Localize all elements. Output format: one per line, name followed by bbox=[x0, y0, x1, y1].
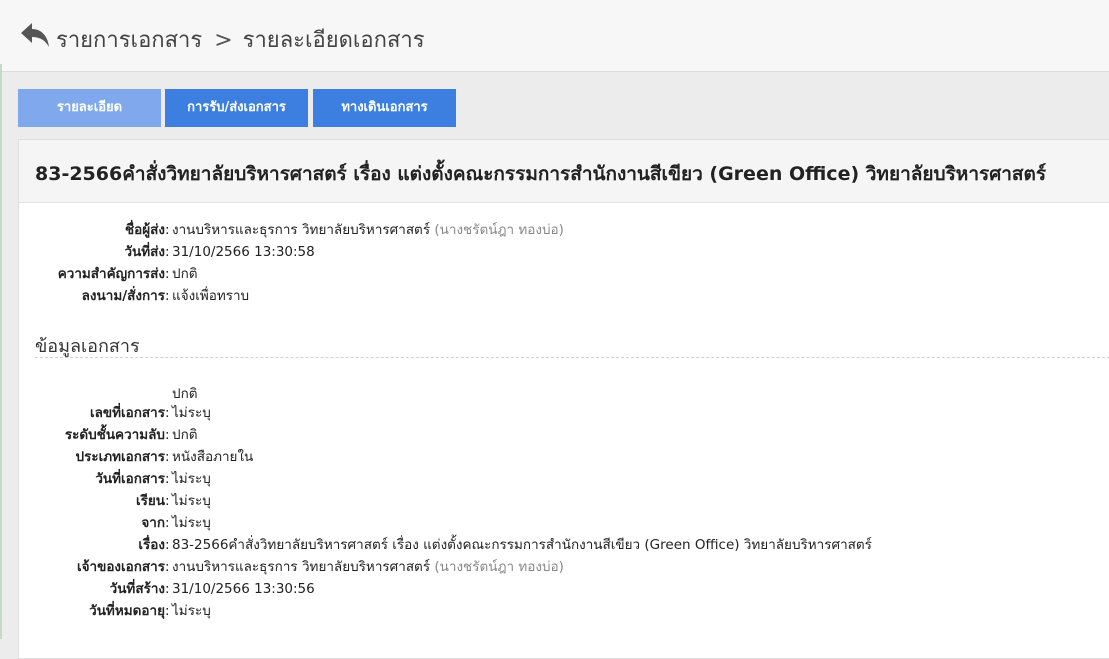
doc-info-section-header: ข้อมูลเอกสาร bbox=[35, 331, 1109, 358]
tab-details[interactable]: รายละเอียด bbox=[18, 89, 161, 127]
doc-date-value: ไม่ระบุ bbox=[172, 471, 211, 487]
to-row: เรียน : ไม่ระบุ bbox=[19, 490, 1019, 512]
from-row: จาก : ไม่ระบุ bbox=[19, 512, 1019, 534]
subject-label: เรื่อง bbox=[138, 537, 165, 553]
sent-date-value: 31/10/2566 13:30:58 bbox=[172, 244, 315, 260]
sent-date-label: วันที่ส่ง bbox=[124, 244, 165, 260]
subject-row: เรื่อง : 83-2566คำสั่งวิทยาลัยบริหารศาสต… bbox=[19, 534, 1019, 556]
breadcrumb-separator-icon: > bbox=[214, 28, 233, 53]
doc-type-label: ประเภทเอกสาร bbox=[75, 449, 165, 465]
priority-label: ความสำคัญการส่ง bbox=[57, 266, 165, 282]
sender-person: (นางชรัตน์ฎา ทองบ่อ) bbox=[434, 222, 564, 238]
created-row: วันที่สร้าง : 31/10/2566 13:30:56 bbox=[19, 578, 1019, 600]
doc-number-value: ไม่ระบุ bbox=[172, 405, 211, 421]
tab-send-receive[interactable]: การรับ/ส่งเอกสาร bbox=[165, 89, 308, 127]
top-bar: รายการเอกสาร > รายละเอียดเอกสาร bbox=[0, 0, 1109, 72]
colon: : bbox=[165, 266, 170, 282]
order-row: ลงนาม/สั่งการ : แจ้งเพื่อทราบ bbox=[19, 285, 619, 307]
sender-unit: งานบริหารและธุรการ วิทยาลัยบริหารศาสตร์ bbox=[172, 222, 431, 238]
doc-type-value: หนังสือภายใน bbox=[172, 449, 254, 465]
colon: : bbox=[165, 449, 170, 465]
from-value: ไม่ระบุ bbox=[172, 515, 211, 531]
expire-value: ไม่ระบุ bbox=[172, 603, 211, 619]
sending-info: ชื่อผู้ส่ง : งานบริหารและธุรการ วิทยาลัย… bbox=[19, 219, 619, 307]
from-label: จาก bbox=[141, 515, 165, 531]
to-label: เรียน bbox=[135, 493, 165, 509]
to-value: ไม่ระบุ bbox=[172, 493, 211, 509]
left-accent-bar bbox=[0, 64, 2, 639]
priority-row: ความสำคัญการส่ง : ปกติ bbox=[19, 263, 619, 285]
colon: : bbox=[165, 603, 170, 619]
colon: : bbox=[165, 493, 170, 509]
doc-number-label: เลขที่เอกสาร bbox=[90, 405, 165, 421]
doc-first-line: ปกติ bbox=[172, 386, 198, 402]
breadcrumb: รายการเอกสาร > รายละเอียดเอกสาร bbox=[56, 22, 425, 57]
colon: : bbox=[165, 222, 170, 238]
doc-type-row: ประเภทเอกสาร : หนังสือภายใน bbox=[19, 446, 1019, 468]
colon: : bbox=[165, 244, 170, 260]
tab-document-route[interactable]: ทางเดินเอกสาร bbox=[313, 89, 456, 127]
owner-row: เจ้าของเอกสาร : งานบริหารและธุรการ วิทยา… bbox=[19, 556, 1019, 578]
owner-value: งานบริหารและธุรการ วิทยาลัยบริหารศาสตร์ … bbox=[172, 556, 564, 578]
colon: : bbox=[165, 581, 170, 597]
colon: : bbox=[165, 515, 170, 531]
secrecy-label: ระดับชั้นความลับ bbox=[64, 427, 165, 443]
sender-value: งานบริหารและธุรการ วิทยาลัยบริหารศาสตร์ … bbox=[172, 219, 564, 241]
breadcrumb-document-list[interactable]: รายการเอกสาร bbox=[56, 28, 202, 53]
created-label: วันที่สร้าง bbox=[109, 581, 165, 597]
doc-date-label: วันที่เอกสาร bbox=[95, 471, 165, 487]
doc-number-row: เลขที่เอกสาร : ไม่ระบุ bbox=[19, 402, 1019, 424]
colon: : bbox=[165, 427, 170, 443]
doc-info: เลขที่เอกสาร : ไม่ระบุ ระดับชั้นความลับ … bbox=[19, 402, 1019, 622]
expire-row: วันที่หมดอายุ : ไม่ระบุ bbox=[19, 600, 1019, 622]
created-value: 31/10/2566 13:30:56 bbox=[172, 581, 315, 597]
secrecy-value: ปกติ bbox=[172, 427, 198, 443]
back-arrow-icon[interactable] bbox=[20, 22, 50, 48]
subject-value: 83-2566คำสั่งวิทยาลัยบริหารศาสตร์ เรื่อง… bbox=[172, 537, 872, 553]
doc-date-row: วันที่เอกสาร : ไม่ระบุ bbox=[19, 468, 1019, 490]
owner-label: เจ้าของเอกสาร bbox=[76, 559, 165, 575]
doc-info-section-title: ข้อมูลเอกสาร bbox=[35, 336, 140, 357]
priority-value: ปกติ bbox=[172, 266, 198, 282]
document-title-bar: 83-2566คำสั่งวิทยาลัยบริหารศาสตร์ เรื่อง… bbox=[19, 140, 1109, 203]
colon: : bbox=[165, 471, 170, 487]
document-title: 83-2566คำสั่งวิทยาลัยบริหารศาสตร์ เรื่อง… bbox=[35, 163, 1047, 185]
colon: : bbox=[165, 559, 170, 575]
colon: : bbox=[165, 288, 170, 304]
expire-label: วันที่หมดอายุ bbox=[89, 603, 165, 619]
order-label: ลงนาม/สั่งการ bbox=[81, 288, 165, 304]
sender-label: ชื่อผู้ส่ง bbox=[124, 222, 165, 238]
breadcrumb-document-detail: รายละเอียดเอกสาร bbox=[242, 28, 425, 53]
owner-unit: งานบริหารและธุรการ วิทยาลัยบริหารศาสตร์ bbox=[172, 559, 431, 575]
secrecy-row: ระดับชั้นความลับ : ปกติ bbox=[19, 424, 1019, 446]
document-panel: 83-2566คำสั่งวิทยาลัยบริหารศาสตร์ เรื่อง… bbox=[18, 139, 1109, 659]
sender-row: ชื่อผู้ส่ง : งานบริหารและธุรการ วิทยาลัย… bbox=[19, 219, 619, 241]
colon: : bbox=[165, 405, 170, 421]
colon: : bbox=[165, 537, 170, 553]
sent-date-row: วันที่ส่ง : 31/10/2566 13:30:58 bbox=[19, 241, 619, 263]
order-value: แจ้งเพื่อทราบ bbox=[172, 288, 250, 304]
owner-person: (นางชรัตน์ฎา ทองบ่อ) bbox=[434, 559, 564, 575]
